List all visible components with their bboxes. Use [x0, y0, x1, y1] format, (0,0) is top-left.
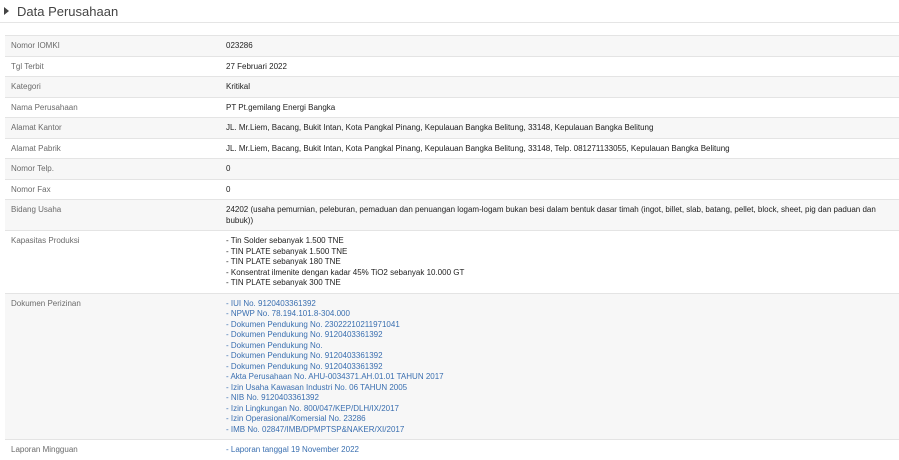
document-link[interactable]: - Izin Operasional/Komersial No. 23286: [226, 414, 893, 425]
table-row: Alamat Kantor JL. Mr.Liem, Bacang, Bukit…: [5, 117, 899, 138]
row-label: Kategori: [5, 76, 220, 97]
row-label: Nomor Fax: [5, 178, 220, 200]
row-value: 27 Februari 2022: [220, 55, 899, 77]
list-item: - Tin Solder sebanyak 1.500 TNE: [226, 236, 344, 245]
permit-documents-list: - IUI No. 9120403361392 - NPWP No. 78.19…: [220, 292, 899, 440]
table-row: Dokumen Perizinan - IUI No. 912040336139…: [5, 292, 899, 440]
row-value: 24202 (usaha pemurnian, peleburan, pemad…: [220, 199, 899, 231]
row-label: Bidang Usaha: [5, 199, 220, 231]
document-link[interactable]: - Dokumen Pendukung No. 9120403361392: [226, 330, 893, 341]
document-link[interactable]: - Akta Perusahaan No. AHU-0034371.AH.01.…: [226, 372, 893, 383]
row-label: Tgl Terbit: [5, 55, 220, 77]
document-link[interactable]: - IMB No. 02847/IMB/DPMPTSP&NAKER/XI/201…: [226, 425, 893, 436]
row-label: Laporan Mingguan: [5, 439, 220, 460]
weekly-report-link[interactable]: - Laporan tanggal 19 November 2022: [226, 445, 893, 456]
row-value: 0: [220, 178, 899, 200]
row-value: 0: [220, 158, 899, 179]
table-row: Nama Perusahaan PT Pt.gemilang Energi Ba…: [5, 96, 899, 118]
panel-title: Data Perusahaan: [17, 3, 119, 19]
row-label: Kapasitas Produksi: [5, 230, 220, 293]
table-row: Bidang Usaha 24202 (usaha pemurnian, pel…: [5, 199, 899, 231]
row-label: Nama Perusahaan: [5, 96, 220, 118]
table-row: Nomor IOMKI 023286: [5, 35, 899, 56]
document-link[interactable]: - Dokumen Pendukung No. 9120403361392: [226, 351, 893, 362]
panel-header[interactable]: Data Perusahaan: [0, 0, 899, 23]
row-label: Nomor Telp.: [5, 158, 220, 179]
row-value: PT Pt.gemilang Energi Bangka: [220, 96, 899, 118]
row-value: JL. Mr.Liem, Bacang, Bukit Intan, Kota P…: [220, 137, 899, 159]
table-row: Kategori Kritikal: [5, 76, 899, 97]
document-link[interactable]: - Dokumen Pendukung No. 2302221021197104…: [226, 320, 893, 331]
table-row: Nomor Fax 0: [5, 178, 899, 200]
row-value: JL. Mr.Liem, Bacang, Bukit Intan, Kota P…: [220, 117, 899, 138]
list-item: - Konsentrat ilmenite dengan kadar 45% T…: [226, 267, 465, 277]
row-value: 023286: [220, 35, 899, 56]
row-label: Alamat Pabrik: [5, 137, 220, 159]
table-row: Alamat Pabrik JL. Mr.Liem, Bacang, Bukit…: [5, 137, 899, 159]
table-row: Kapasitas Produksi - Tin Solder sebanyak…: [5, 230, 899, 293]
list-item: - TIN PLATE sebanyak 1.500 TNE: [226, 246, 348, 256]
production-capacity-list: - Tin Solder sebanyak 1.500 TNE - TIN PL…: [220, 230, 899, 293]
company-info-table: Nomor IOMKI 023286 Tgl Terbit 27 Februar…: [5, 35, 899, 460]
weekly-report-list: - Laporan tanggal 19 November 2022: [220, 439, 899, 460]
row-value: Kritikal: [220, 76, 899, 97]
document-link[interactable]: - NIB No. 9120403361392: [226, 393, 893, 404]
document-link[interactable]: - Dokumen Pendukung No.: [226, 341, 893, 352]
document-link[interactable]: - IUI No. 9120403361392: [226, 299, 893, 310]
row-label: Dokumen Perizinan: [5, 292, 220, 440]
caret-right-icon[interactable]: [4, 7, 9, 15]
document-link[interactable]: - Dokumen Pendukung No. 9120403361392: [226, 362, 893, 373]
table-row: Laporan Mingguan - Laporan tanggal 19 No…: [5, 439, 899, 460]
row-label: Alamat Kantor: [5, 117, 220, 138]
table-row: Nomor Telp. 0: [5, 158, 899, 179]
company-data-panel: Data Perusahaan Nomor IOMKI 023286 Tgl T…: [0, 0, 899, 460]
document-link[interactable]: - NPWP No. 78.194.101.8-304.000: [226, 309, 893, 320]
row-label: Nomor IOMKI: [5, 35, 220, 56]
table-row: Tgl Terbit 27 Februari 2022: [5, 55, 899, 77]
document-link[interactable]: - Izin Usaha Kawasan Industri No. 06 TAH…: [226, 383, 893, 394]
document-link[interactable]: - Izin Lingkungan No. 800/047/KEP/DLH/IX…: [226, 404, 893, 415]
list-item: - TIN PLATE sebanyak 300 TNE: [226, 278, 341, 287]
list-item: - TIN PLATE sebanyak 180 TNE: [226, 257, 341, 266]
